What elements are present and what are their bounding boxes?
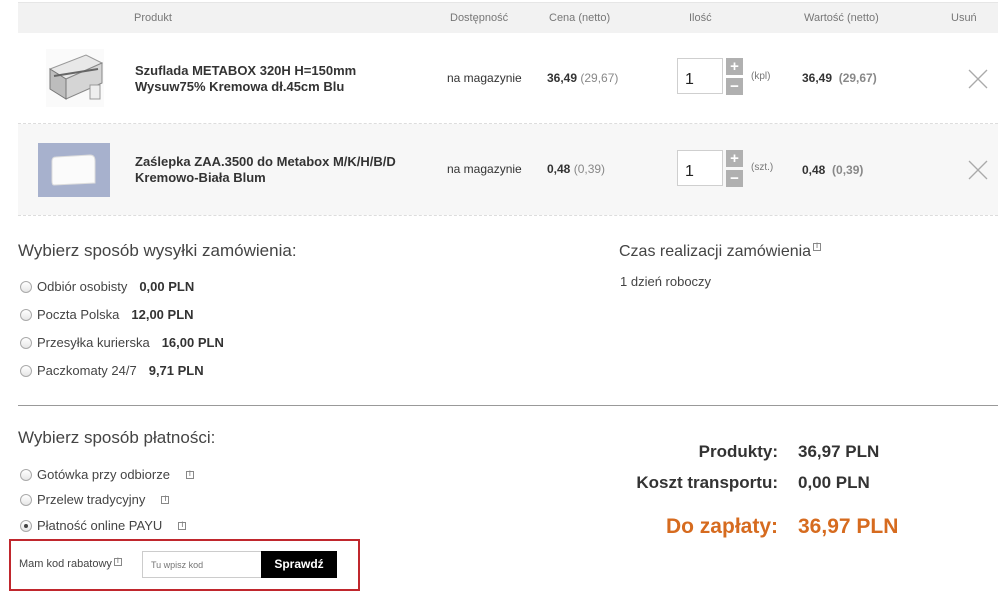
drawer-image-icon[interactable] bbox=[46, 49, 104, 107]
availability: na magazynie bbox=[447, 162, 522, 176]
transport-cost-value: 0,00 PLN bbox=[798, 473, 870, 492]
shipping-option-label[interactable]: Przesyłka kurierska bbox=[37, 335, 150, 350]
product-name[interactable]: Szuflada METABOX 320H H=150mm Wysuw75% K… bbox=[135, 63, 435, 95]
payment-option-label[interactable]: Płatność online PAYU bbox=[37, 518, 162, 533]
cart-table-header: Produkt Dostępność Cena (netto) Ilość Wa… bbox=[18, 2, 998, 33]
payment-option-label[interactable]: Gotówka przy odbiorze bbox=[37, 467, 170, 482]
minus-icon: − bbox=[730, 78, 739, 95]
shipping-option-label[interactable]: Poczta Polska bbox=[37, 307, 119, 322]
line-value: 36,49 (29,67) bbox=[802, 71, 877, 85]
shipping-radio[interactable] bbox=[20, 336, 32, 349]
value-net: (0,39) bbox=[832, 163, 864, 177]
line-value: 0,48 (0,39) bbox=[802, 163, 863, 177]
payment-radio-selected[interactable] bbox=[20, 519, 32, 532]
price-gross: 36,49 bbox=[547, 71, 578, 85]
plus-icon: + bbox=[730, 58, 739, 75]
shipping-radio[interactable] bbox=[20, 280, 32, 293]
row-divider bbox=[18, 215, 998, 216]
product-name-line2[interactable]: Kremowo-Biała Blum bbox=[135, 170, 435, 186]
info-icon[interactable]: i bbox=[113, 558, 122, 566]
amount-due-value: 36,97 PLN bbox=[798, 515, 899, 538]
header-quantity: Ilość bbox=[689, 12, 712, 24]
remove-item-button[interactable] bbox=[968, 160, 988, 180]
products-total-label: Produkty: bbox=[698, 442, 778, 461]
lead-time-value: 1 dzień roboczy bbox=[620, 274, 712, 289]
product-name-line2[interactable]: Wysuw75% Kremowa dł.45cm Blu bbox=[135, 79, 435, 95]
header-value: Wartość (netto) bbox=[804, 12, 879, 24]
shipping-option[interactable]: Poczta Polska 12,00 PLN bbox=[20, 307, 194, 322]
header-remove: Usuń bbox=[951, 12, 977, 24]
payment-option[interactable]: Gotówka przy odbiorze i bbox=[20, 467, 194, 482]
check-coupon-button[interactable]: Sprawdź bbox=[261, 551, 337, 578]
price-net: (29,67) bbox=[580, 71, 619, 85]
close-icon bbox=[968, 69, 988, 89]
payment-option-label[interactable]: Przelew tradycyjny bbox=[37, 492, 145, 507]
end-cap-image-icon[interactable] bbox=[38, 143, 110, 197]
plus-icon: + bbox=[730, 150, 739, 167]
lead-time-title-text: Czas realizacji zamówienia bbox=[619, 243, 812, 260]
section-divider bbox=[18, 405, 998, 406]
cart-row: Szuflada METABOX 320H H=150mm Wysuw75% K… bbox=[18, 33, 998, 123]
amount-due-label: Do zapłaty: bbox=[665, 515, 778, 538]
header-product: Produkt bbox=[134, 12, 172, 24]
shipping-option-cost: 12,00 PLN bbox=[131, 307, 194, 322]
coupon-label-text: Mam kod rabatowy bbox=[19, 558, 112, 570]
value-net: (29,67) bbox=[838, 71, 877, 85]
close-icon bbox=[968, 160, 988, 180]
payment-radio[interactable] bbox=[20, 468, 32, 481]
shipping-radio[interactable] bbox=[20, 308, 32, 321]
product-name[interactable]: Zaślepka ZAA.3500 do Metabox M/K/H/B/D K… bbox=[135, 154, 435, 186]
header-availability: Dostępność bbox=[450, 12, 509, 24]
remove-item-button[interactable] bbox=[968, 69, 988, 89]
availability: na magazynie bbox=[447, 71, 522, 85]
shipping-option-label[interactable]: Odbiór osobisty bbox=[37, 279, 127, 294]
header-price: Cena (netto) bbox=[549, 12, 611, 24]
payment-option[interactable]: Płatność online PAYU i bbox=[20, 518, 187, 533]
product-name-line1[interactable]: Zaślepka ZAA.3500 do Metabox M/K/H/B/D bbox=[135, 154, 435, 170]
decrease-quantity-button[interactable]: − bbox=[726, 78, 743, 95]
price-gross: 0,48 bbox=[547, 162, 571, 176]
payment-radio[interactable] bbox=[20, 493, 32, 506]
coupon-code-input[interactable] bbox=[142, 551, 262, 578]
increase-quantity-button[interactable]: + bbox=[726, 58, 743, 75]
products-total-value: 36,97 PLN bbox=[798, 442, 880, 461]
payment-option[interactable]: Przelew tradycyjny i bbox=[20, 492, 170, 507]
shipping-radio[interactable] bbox=[20, 364, 32, 377]
shipping-option-cost: 9,71 PLN bbox=[148, 363, 204, 378]
unit-label: (kpl) bbox=[751, 71, 771, 82]
decrease-quantity-button[interactable]: − bbox=[726, 170, 743, 187]
info-icon[interactable]: i bbox=[178, 521, 187, 530]
transport-cost-label: Koszt transportu: bbox=[636, 473, 778, 492]
shipping-option[interactable]: Paczkomaty 24/7 9,71 PLN bbox=[20, 363, 204, 378]
info-icon[interactable]: i bbox=[161, 495, 170, 504]
coupon-label: Mam kod rabatowy i bbox=[19, 558, 122, 570]
increase-quantity-button[interactable]: + bbox=[726, 150, 743, 167]
unit-price: 36,49 (29,67) bbox=[547, 71, 618, 85]
price-net: (0,39) bbox=[573, 162, 606, 176]
info-icon[interactable]: i bbox=[185, 470, 194, 479]
payment-title: Wybierz sposób płatności: bbox=[18, 428, 216, 447]
shipping-option-cost: 16,00 PLN bbox=[161, 335, 224, 350]
shipping-option-cost: 0,00 PLN bbox=[139, 279, 195, 294]
shipping-title: Wybierz sposób wysyłki zamówienia: bbox=[18, 241, 297, 260]
unit-label: (szt.) bbox=[751, 162, 774, 173]
shipping-option[interactable]: Przesyłka kurierska 16,00 PLN bbox=[20, 335, 224, 350]
value-gross: 36,49 bbox=[802, 71, 833, 85]
quantity-input[interactable] bbox=[677, 58, 723, 94]
minus-icon: − bbox=[730, 170, 739, 187]
shipping-option-label[interactable]: Paczkomaty 24/7 bbox=[37, 363, 137, 378]
unit-price: 0,48 (0,39) bbox=[547, 162, 605, 176]
product-name-line1[interactable]: Szuflada METABOX 320H H=150mm bbox=[135, 63, 435, 79]
quantity-input[interactable] bbox=[677, 150, 723, 186]
value-gross: 0,48 bbox=[802, 163, 826, 177]
shipping-option[interactable]: Odbiór osobisty 0,00 PLN bbox=[20, 279, 194, 294]
info-icon[interactable]: i bbox=[813, 243, 822, 251]
cart-row: Zaślepka ZAA.3500 do Metabox M/K/H/B/D K… bbox=[18, 124, 998, 215]
lead-time-title: Czas realizacji zamówienia i bbox=[619, 243, 822, 261]
